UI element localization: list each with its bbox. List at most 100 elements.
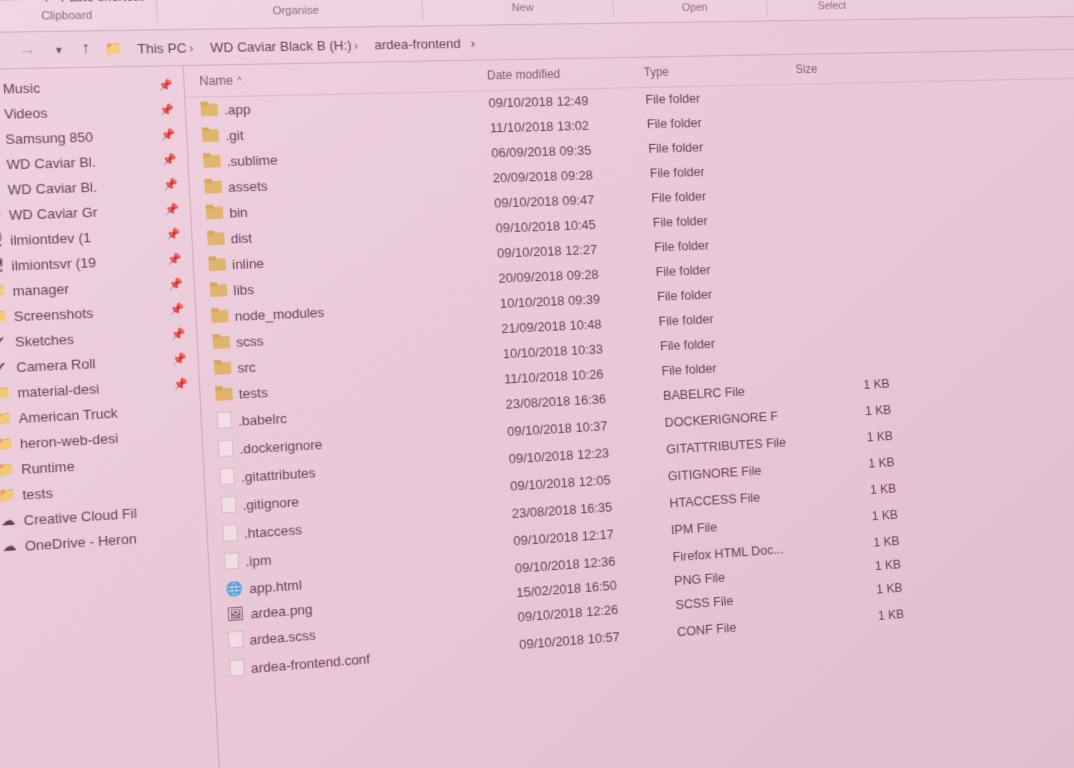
file-type: File folder [658, 307, 811, 331]
file-name: ardea-frontend.conf [251, 651, 371, 676]
pin-icon: 📌 [172, 352, 187, 366]
sidebar-item-label: Videos [4, 105, 48, 122]
pin-icon: 📌 [171, 327, 186, 341]
up-button[interactable]: ↑ [76, 38, 94, 61]
file-name: node_modules [234, 305, 324, 324]
net-icon: 🖥 [0, 257, 5, 275]
pin-icon: 📌 [159, 103, 174, 117]
pin-icon: 📌 [158, 78, 173, 92]
file-size: 1 KB [825, 533, 900, 554]
folder-icon [202, 127, 220, 145]
explorer-window: 📋 Paste ⎘Copy 🔗Copy path ↗Paste shortcut… [0, 0, 1074, 768]
ribbon-group-clipboard: 📋 Paste ⎘Copy 🔗Copy path ↗Paste shortcut… [0, 0, 158, 26]
file-name: .gitignore [242, 494, 299, 513]
folder-icon [203, 153, 221, 171]
open-group-label: Open [682, 2, 708, 14]
file-icon [219, 468, 235, 489]
folder-icon [210, 282, 228, 300]
file-name: dist [230, 230, 252, 246]
file-name: libs [233, 282, 254, 298]
file-name: .sublime [226, 152, 278, 169]
forward-button[interactable]: → [14, 38, 41, 61]
sort-asc-icon: ^ [237, 75, 242, 85]
file-date: 09/10/2018 12:49 [488, 92, 646, 112]
sidebar-item-label: ilmiontsvr (19 [11, 254, 96, 273]
file-name: .git [225, 128, 244, 144]
file-date: 09/10/2018 12:27 [497, 240, 655, 263]
file-icon [221, 496, 237, 517]
file-icon [218, 440, 234, 461]
pin-icon: 📌 [163, 177, 178, 191]
copy-to-button[interactable]: 📂⎘Copy to [236, 0, 294, 2]
file-type: File folder [649, 161, 802, 182]
folder-icon: 📁 [0, 308, 8, 326]
drive-icon: 🖴 [0, 206, 3, 223]
paste-shortcut-button[interactable]: ↗Paste shortcut [36, 0, 148, 6]
file-date: 10/10/2018 09:39 [499, 289, 657, 313]
chevron-right-icon: › [470, 35, 475, 50]
column-header-name[interactable]: Name ^ [199, 68, 487, 88]
move-to-button[interactable]: 📂←Move to [172, 0, 232, 2]
file-icon [229, 659, 245, 680]
net-icon: 🖥 [0, 232, 4, 250]
column-header-size[interactable]: Size [795, 61, 870, 76]
breadcrumb-segment[interactable]: ardea-frontend [370, 33, 465, 54]
file-date: 20/09/2018 09:28 [492, 166, 650, 188]
file-type: File folder [646, 113, 799, 133]
pin-icon: 📌 [166, 227, 181, 241]
sidebar-item-label: tests [22, 484, 53, 502]
file-name: app.html [249, 577, 302, 596]
pin-icon: 📌 [168, 277, 183, 291]
file-size: 1 KB [818, 428, 893, 451]
file-icon: 🖼 [226, 605, 244, 623]
back-button[interactable]: ← [0, 39, 4, 63]
onedrive-icon: ☁ [0, 537, 19, 555]
sidebar-item-label: Sketches [15, 331, 75, 350]
file-size [797, 87, 872, 105]
file-name: tests [238, 385, 268, 402]
file-name: bin [229, 205, 248, 221]
file-size: 1 KB [826, 556, 901, 577]
sidebar-item-label: WD Caviar Gr [9, 204, 98, 223]
folder-icon: 📁 [0, 461, 15, 479]
sidebar-item-label: Camera Roll [16, 355, 96, 375]
pin-icon: 📌 [169, 302, 184, 316]
ribbon-group-open: ✅Properties 📂Open ✎Edit 🕘History Open [618, 0, 768, 17]
folder-icon [208, 256, 226, 274]
organise-group-label: Organise [272, 5, 319, 18]
sidebar-item-label: manager [12, 280, 69, 298]
sidebar-item-label: Screenshots [13, 305, 93, 324]
folder-icon: 📁 [0, 486, 16, 504]
delete-button[interactable]: ✕Delete [298, 0, 349, 1]
column-header-type[interactable]: Type [643, 63, 796, 80]
folder-icon [215, 385, 233, 404]
folder-icon [206, 204, 224, 222]
file-date: 09/10/2018 10:45 [495, 215, 653, 238]
file-date: 09/10/2018 09:47 [494, 190, 652, 212]
clipboard-group-label: Clipboard [41, 10, 93, 23]
folder-icon [200, 101, 218, 119]
file-date: 06/09/2018 09:35 [491, 141, 649, 162]
file-name: .gitattributes [241, 465, 316, 485]
sidebar-item-label: material-desi [17, 380, 99, 400]
paste-button[interactable]: 📋 Paste [0, 0, 30, 6]
breadcrumb-segment[interactable]: WD Caviar Black B (H:) [206, 35, 365, 57]
select-group-label: Select [818, 0, 847, 12]
breadcrumb-segment[interactable]: This PC [133, 37, 201, 58]
shortcut-icon: ↗ [41, 0, 57, 5]
file-type: File folder [654, 234, 807, 257]
folder-icon [212, 334, 230, 352]
pin-icon: 📌 [167, 252, 182, 266]
file-icon [228, 631, 244, 652]
file-date: 20/09/2018 09:28 [498, 264, 656, 288]
breadcrumb: This PCWD Caviar Black B (H:)ardea-front… [133, 33, 476, 58]
recent-locations-button[interactable]: ▾ [51, 41, 67, 59]
file-size: 1 KB [815, 376, 890, 399]
file-icon [222, 524, 238, 545]
file-size [809, 279, 884, 299]
column-header-date[interactable]: Date modified [487, 65, 645, 82]
file-date: 21/09/2018 10:48 [501, 314, 659, 338]
sidebar-item-label: Runtime [21, 458, 75, 477]
file-type: File folder [652, 210, 805, 232]
paste-label: Paste [0, 0, 24, 3]
